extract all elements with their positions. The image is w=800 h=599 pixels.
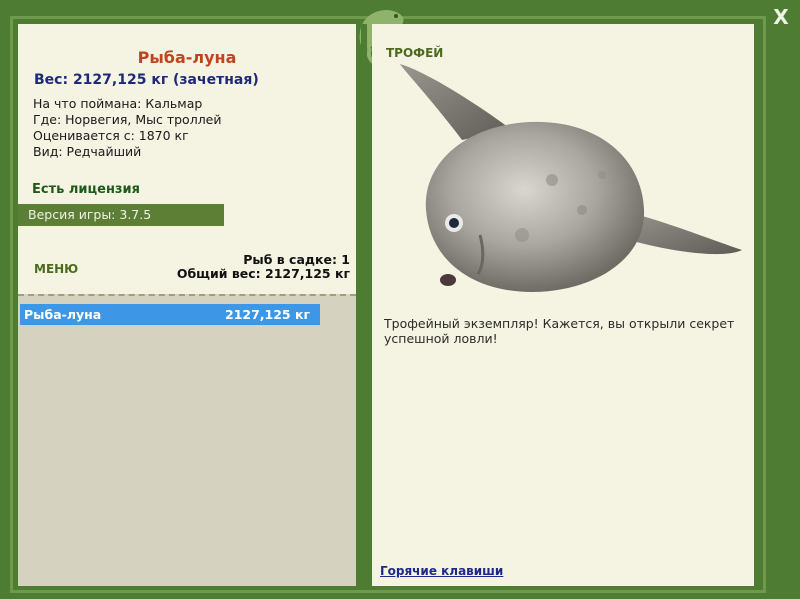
game-version: Версия игры: 3.7.5 [18, 204, 224, 226]
list-item-weight: 2127,125 кг [225, 307, 310, 322]
fish-list: Рыба-луна 2127,125 кг [18, 294, 356, 586]
fish-info-panel: Рыба-луна Вес: 2127,125 кг (зачетная) На… [18, 24, 356, 294]
trophy-label: ТРОФЕЙ [386, 46, 444, 60]
fish-place: Где: Норвегия, Мыс троллей [33, 112, 222, 127]
panel-divider [361, 24, 367, 590]
cage-total-weight: Общий вес: 2127,125 кг [176, 266, 350, 281]
license-status: Есть лицензия [32, 182, 140, 197]
close-button[interactable]: X [768, 4, 794, 30]
menu-label[interactable]: МЕНЮ [34, 262, 78, 276]
trophy-description: Трофейный экземпляр! Кажется, вы открыли… [384, 316, 735, 346]
fish-name: Рыба-луна [137, 48, 237, 67]
list-item[interactable]: Рыба-луна 2127,125 кг [20, 304, 320, 325]
game-window: X Рыба-луна Вес: 2127,125 кг (зачетная) … [0, 0, 800, 599]
hotkeys-link[interactable]: Горячие клавиши [380, 564, 503, 578]
trophy-panel: ТРОФЕЙ Трофейный экземпляр! Кажется, вы … [372, 24, 754, 586]
list-item-name: Рыба-луна [24, 307, 102, 322]
cage-count: Рыб в садке: 1 [243, 252, 350, 267]
fish-bait: На что поймана: Кальмар [33, 96, 203, 111]
fish-rated-from: Оценивается с: 1870 кг [33, 128, 189, 143]
fish-kind: Вид: Редчайший [33, 144, 142, 159]
close-icon[interactable]: X [773, 5, 788, 29]
fish-weight: Вес: 2127,125 кг (зачетная) [34, 72, 259, 88]
sunfish-image [400, 64, 742, 292]
